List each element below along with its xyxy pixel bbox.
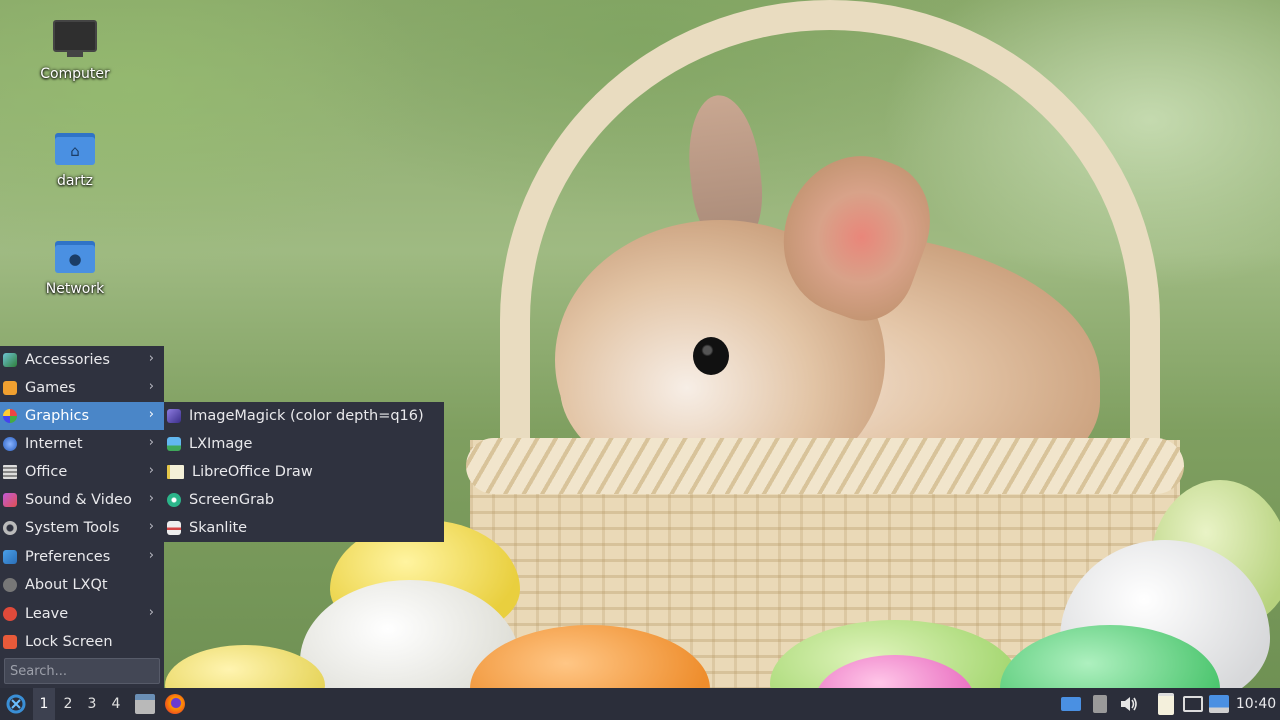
computer-icon — [53, 20, 97, 57]
home-folder-icon: ⌂ — [55, 133, 95, 165]
imagemagick-icon — [167, 409, 181, 423]
wallpaper-basket-rim — [466, 438, 1184, 494]
accessories-icon — [3, 353, 17, 367]
wallpaper-bunny-eye — [693, 337, 729, 375]
submenu-item-lximage[interactable]: LXImage — [164, 430, 444, 458]
updates-icon — [1209, 695, 1229, 713]
chevron-right-icon: › — [148, 435, 154, 450]
chevron-right-icon: › — [148, 407, 154, 422]
screengrab-icon — [167, 493, 181, 507]
workspace-2[interactable]: 2 — [57, 688, 79, 720]
storage-icon — [1093, 695, 1107, 713]
menu-item-system-tools[interactable]: System Tools › — [0, 514, 164, 542]
submenu-item-imagemagick[interactable]: ImageMagick (color depth=q16) — [164, 402, 444, 430]
volume-icon — [1121, 697, 1137, 711]
workspace-1[interactable]: 1 — [33, 688, 55, 720]
menu-item-about[interactable]: About LXQt — [0, 571, 164, 599]
leave-icon — [3, 607, 17, 621]
tray-updates[interactable] — [1207, 688, 1231, 720]
about-icon — [3, 578, 17, 592]
workspace-3[interactable]: 3 — [81, 688, 103, 720]
desktop-icon-computer[interactable]: Computer — [20, 20, 130, 82]
menu-item-lock-screen[interactable]: Lock Screen — [0, 628, 164, 656]
desktop-icon-home[interactable]: ⌂ dartz — [20, 133, 130, 189]
skanlite-icon — [167, 521, 181, 535]
clock[interactable]: 10:40 — [1234, 688, 1278, 720]
menu-item-leave[interactable]: Leave › — [0, 600, 164, 628]
menu-item-accessories[interactable]: Accessories › — [0, 346, 164, 374]
file-manager-launcher[interactable] — [132, 688, 158, 720]
clipboard-icon — [1158, 693, 1174, 715]
menu-item-internet[interactable]: Internet › — [0, 430, 164, 458]
tray-removable-media[interactable] — [1089, 688, 1111, 720]
lximage-icon — [167, 437, 181, 451]
office-icon — [3, 465, 17, 479]
submenu-item-screengrab[interactable]: ScreenGrab — [164, 486, 444, 514]
libreoffice-draw-icon — [167, 465, 184, 479]
start-menu-button[interactable] — [2, 688, 30, 720]
chevron-right-icon: › — [148, 463, 154, 478]
workspace-4[interactable]: 4 — [105, 688, 127, 720]
chevron-right-icon: › — [148, 548, 154, 563]
network-folder-icon: ● — [55, 241, 95, 273]
preferences-icon — [3, 550, 17, 564]
firefox-launcher[interactable] — [162, 688, 188, 720]
menu-item-office[interactable]: Office › — [0, 458, 164, 486]
graphics-icon — [3, 409, 17, 423]
desktop-icon-label: dartz — [56, 173, 94, 189]
tray-volume[interactable] — [1117, 688, 1141, 720]
file-manager-icon — [135, 694, 155, 714]
menu-item-games[interactable]: Games › — [0, 374, 164, 402]
chevron-right-icon: › — [148, 379, 154, 394]
submenu-item-libreoffice-draw[interactable]: LibreOffice Draw — [164, 458, 444, 486]
menu-item-graphics[interactable]: Graphics › — [0, 402, 164, 430]
chevron-right-icon: › — [148, 491, 154, 506]
sound-video-icon — [3, 493, 17, 507]
chevron-right-icon: › — [148, 605, 154, 620]
taskbar: 1 2 3 4 10:40 — [0, 688, 1280, 720]
chevron-right-icon: › — [148, 351, 154, 366]
menu-search-input[interactable] — [4, 658, 160, 684]
games-icon — [3, 381, 17, 395]
tray-clipboard[interactable] — [1154, 688, 1178, 720]
desktop-icon-network[interactable]: ● Network — [20, 241, 130, 297]
lock-icon — [3, 635, 17, 649]
desktop-wallpaper — [0, 0, 1280, 720]
lxqt-logo-icon — [6, 694, 26, 714]
submenu-item-skanlite[interactable]: Skanlite — [164, 514, 444, 542]
chevron-right-icon: › — [148, 519, 154, 534]
tray-network[interactable] — [1181, 688, 1205, 720]
system-tools-icon — [3, 521, 17, 535]
internet-icon — [3, 437, 17, 451]
menu-item-sound-video[interactable]: Sound & Video › — [0, 486, 164, 514]
application-menu: Accessories › Games › Graphics › Interne… — [0, 346, 164, 688]
show-desktop-icon — [1061, 697, 1081, 711]
graphics-submenu: ImageMagick (color depth=q16) LXImage Li… — [164, 402, 444, 542]
firefox-icon — [165, 694, 185, 714]
tray-desktop-button[interactable] — [1059, 688, 1083, 720]
desktop-icon-label: Computer — [40, 66, 110, 82]
network-icon — [1183, 696, 1203, 712]
desktop-icon-label: Network — [45, 281, 105, 297]
menu-item-preferences[interactable]: Preferences › — [0, 543, 164, 571]
